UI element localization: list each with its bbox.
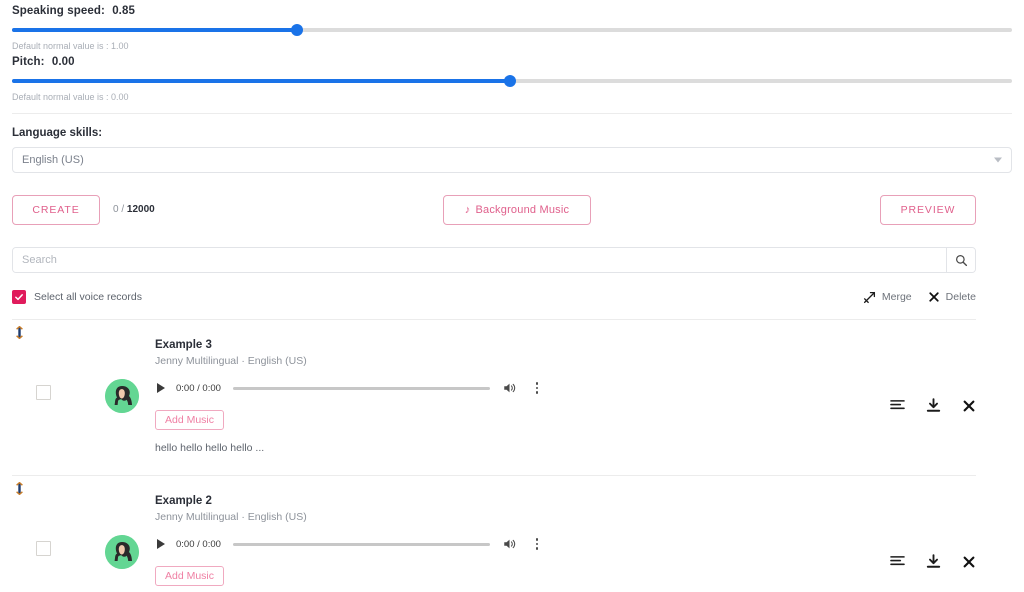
- language-skills-label: Language skills:: [12, 127, 103, 139]
- speaking-speed-fill: [12, 28, 297, 32]
- merge-arrows-icon: [863, 291, 875, 303]
- create-button[interactable]: CREATE: [12, 195, 100, 225]
- record-title: Example 2: [155, 495, 212, 507]
- check-icon: [15, 294, 23, 301]
- list-tool-buttons: Merge Delete: [863, 287, 976, 307]
- record-actions: [890, 398, 976, 413]
- search-icon: [955, 254, 967, 266]
- drag-handle-icon[interactable]: [12, 481, 26, 495]
- add-music-button[interactable]: Add Music: [155, 410, 225, 430]
- download-icon[interactable]: [926, 554, 941, 569]
- speaking-speed-control: Speaking speed: 0.85 Default normal valu…: [0, 0, 1024, 51]
- language-select-value: English (US): [22, 154, 84, 166]
- pitch-label: Pitch: 0.00: [12, 51, 1012, 68]
- search-bar: [12, 247, 976, 273]
- pitch-slider[interactable]: [12, 73, 1012, 89]
- pitch-control: Pitch: 0.00 Default normal value is : 0.…: [0, 51, 1024, 102]
- record-subtitle: Jenny Multilingual · English (US): [155, 511, 307, 523]
- record-subtitle: Jenny Multilingual · English (US): [155, 355, 307, 367]
- audio-time: 0:00 / 0:00: [176, 538, 221, 550]
- volume-icon[interactable]: [502, 381, 517, 395]
- delete-label: Delete: [945, 291, 976, 303]
- delete-button[interactable]: Delete: [928, 291, 976, 303]
- audio-player[interactable]: 0:00 / 0:00: [155, 376, 543, 400]
- pitch-thumb[interactable]: [504, 75, 516, 87]
- close-x-icon[interactable]: [962, 555, 976, 569]
- avatar: [105, 535, 139, 569]
- record-text: hello hello hello hello ...: [155, 586, 976, 592]
- close-x-icon[interactable]: [962, 399, 976, 413]
- drag-handle-icon[interactable]: [12, 325, 26, 339]
- select-all-checkbox[interactable]: [12, 290, 26, 304]
- text-lines-icon[interactable]: [890, 399, 905, 412]
- speaking-speed-label: Speaking speed: 0.85: [12, 0, 1012, 17]
- download-icon[interactable]: [926, 398, 941, 413]
- pitch-hint: Default normal value is : 0.00: [12, 92, 129, 102]
- record-body: Example 2 Jenny Multilingual · English (…: [155, 476, 976, 592]
- character-counter: 0 / 12000: [113, 204, 155, 215]
- record-text: hello hello hello hello ...: [155, 442, 265, 454]
- audio-progress-bar[interactable]: [232, 542, 490, 546]
- speaking-speed-slider[interactable]: [12, 22, 1012, 38]
- language-select[interactable]: English (US): [12, 147, 1012, 173]
- voice-record-row: Example 2 Jenny Multilingual · English (…: [12, 476, 976, 592]
- character-counter-current: 0 /: [113, 204, 125, 215]
- play-icon[interactable]: [157, 539, 165, 549]
- speaking-speed-label-text: Speaking speed:: [12, 5, 105, 17]
- avatar: [105, 379, 139, 413]
- voice-records-list: Example 3 Jenny Multilingual · English (…: [0, 319, 1024, 592]
- list-toolbar: Select all voice records Merge Delete: [12, 287, 976, 307]
- text-lines-icon[interactable]: [890, 555, 905, 568]
- close-x-icon: [928, 292, 939, 302]
- speaking-speed-thumb[interactable]: [291, 24, 303, 36]
- record-body: Example 3 Jenny Multilingual · English (…: [155, 320, 976, 454]
- user-avatar-icon: [105, 379, 139, 413]
- play-icon[interactable]: [157, 383, 165, 393]
- voice-record-row: Example 3 Jenny Multilingual · English (…: [12, 320, 976, 463]
- pitch-value: 0.00: [51, 56, 75, 68]
- speaking-speed-hint: Default normal value is : 1.00: [12, 41, 129, 51]
- background-music-label: Background Music: [475, 204, 570, 216]
- search-input[interactable]: [13, 248, 946, 272]
- search-button[interactable]: [946, 248, 975, 272]
- pitch-fill: [12, 79, 510, 83]
- audio-player[interactable]: 0:00 / 0:00: [155, 532, 543, 556]
- kebab-menu-icon[interactable]: [531, 380, 543, 396]
- add-music-button[interactable]: Add Music: [155, 566, 225, 586]
- audio-time: 0:00 / 0:00: [176, 382, 221, 394]
- record-actions: [890, 554, 976, 569]
- kebab-menu-icon[interactable]: [531, 536, 543, 552]
- merge-label: Merge: [881, 291, 912, 303]
- record-checkbox[interactable]: [36, 541, 51, 556]
- audio-progress-bar[interactable]: [232, 386, 490, 390]
- background-music-button[interactable]: ♪ Background Music: [443, 195, 591, 225]
- speaking-speed-value: 0.85: [112, 5, 135, 17]
- user-avatar-icon: [105, 535, 139, 569]
- preview-button[interactable]: PREVIEW: [880, 195, 976, 225]
- volume-icon[interactable]: [502, 537, 517, 551]
- music-note-icon: ♪: [464, 204, 471, 216]
- pitch-label-text: Pitch:: [12, 56, 45, 68]
- character-counter-max: 12000: [126, 204, 155, 215]
- chevron-down-icon: [994, 157, 1002, 163]
- record-title: Example 3: [155, 339, 212, 351]
- select-all-label: Select all voice records: [34, 291, 142, 303]
- record-checkbox[interactable]: [36, 385, 51, 400]
- merge-button[interactable]: Merge: [863, 291, 912, 304]
- action-button-row: CREATE 0 / 12000 ♪ Background Music PREV…: [0, 195, 1024, 225]
- voice-generator-page: Speaking speed: 0.85 Default normal valu…: [0, 0, 1024, 592]
